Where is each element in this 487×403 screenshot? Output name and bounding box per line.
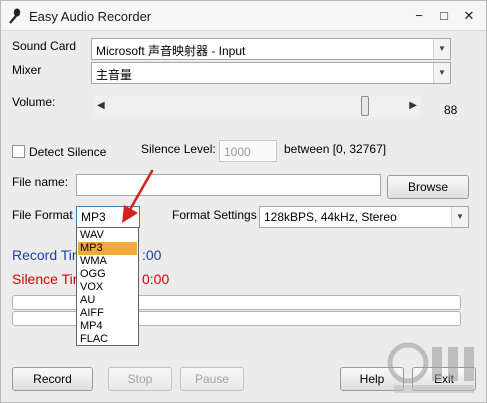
stop-button[interactable]: Stop [108,367,172,391]
file-format-dropdown: WAV MP3 WMA OGG VOX AU AIFF MP4 FLAC [76,227,139,346]
browse-button[interactable]: Browse [387,175,469,199]
format-settings-value: 128kBPS, 44kHz, Stereo [264,210,397,224]
format-option[interactable]: FLAC [78,333,137,346]
silence-level-label: Silence Level: [141,142,216,156]
format-option[interactable]: MP4 [78,320,137,333]
format-option[interactable]: WMA [78,255,137,268]
format-option[interactable]: AU [78,294,137,307]
watermark-logo-icon [387,342,474,393]
format-option[interactable]: OGG [78,268,137,281]
silence-time-value: 0:00 [142,271,170,287]
mixer-value: 主音量 [96,68,133,82]
title-bar: Easy Audio Recorder − □ ✕ [1,1,486,31]
close-button[interactable]: ✕ [460,7,478,25]
format-option[interactable]: VOX [78,281,137,294]
format-option-selected[interactable]: MP3 [78,242,137,255]
mixer-label: Mixer [12,63,42,77]
file-format-label: File Format [12,208,73,222]
slider-right-arrow-icon[interactable]: ▶ [409,100,417,111]
record-time-label: Record Tim [12,247,84,263]
pause-button[interactable]: Pause [180,367,244,391]
red-pointer-arrow-icon [122,169,154,223]
sound-card-value: Microsoft 声音映射器 - Input [96,44,246,58]
app-window: Easy Audio Recorder − □ ✕ Sound Card Mic… [0,0,487,403]
sound-card-label: Sound Card [12,39,77,53]
chevron-down-icon[interactable]: ▼ [451,207,468,227]
mixer-select[interactable]: 主音量 ▼ [91,62,451,84]
silence-level-input[interactable]: 1000 [219,140,277,162]
chevron-down-icon[interactable]: ▼ [433,63,450,83]
format-settings-label: Format Settings [172,208,257,222]
volume-slider-thumb[interactable] [361,96,369,116]
silence-range-text: between [0, 32767] [284,142,387,156]
silence-time-label: Silence Tim [12,271,85,287]
detect-silence-label: Detect Silence [29,145,107,159]
record-time-value: :00 [142,247,162,263]
format-settings-select[interactable]: 128kBPS, 44kHz, Stereo ▼ [259,206,469,228]
file-name-label: File name: [12,175,69,189]
record-button[interactable]: Record [12,367,93,391]
volume-slider[interactable]: ◀ ▶ [93,95,421,117]
restore-button[interactable]: □ [435,7,453,25]
silence-level-value: 1000 [224,145,251,159]
chevron-down-icon[interactable]: ▼ [433,39,450,59]
detect-silence-checkbox[interactable] [12,145,25,158]
file-format-value: MP3 [81,210,106,224]
sound-card-select[interactable]: Microsoft 声音映射器 - Input ▼ [91,38,451,60]
slider-left-arrow-icon[interactable]: ◀ [97,100,105,111]
format-option[interactable]: WAV [78,229,137,242]
volume-value: 88 [444,103,458,117]
window-title: Easy Audio Recorder [29,9,152,24]
format-option[interactable]: AIFF [78,307,137,320]
microphone-icon [9,8,21,24]
volume-label: Volume: [12,95,56,109]
minimize-button[interactable]: − [410,7,428,25]
